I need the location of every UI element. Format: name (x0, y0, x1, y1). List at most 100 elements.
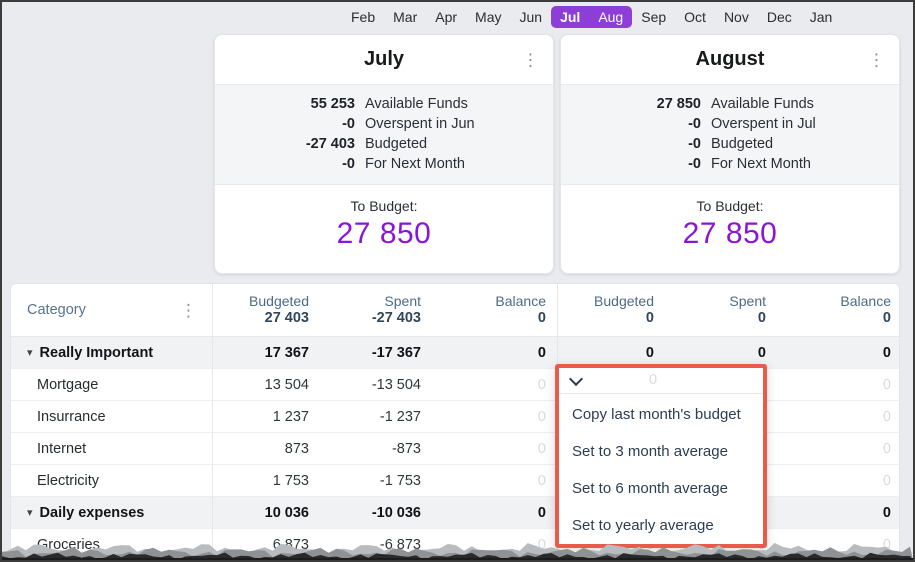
triangle-down-icon[interactable]: ▾ (27, 506, 33, 519)
balance-cell[interactable]: 0 (421, 345, 546, 361)
category-cell[interactable]: Groceries (11, 537, 209, 553)
month-tab-oct[interactable]: Oct (675, 6, 715, 28)
column-total: 0 (554, 310, 654, 327)
category-cell[interactable]: ▾ Daily expenses (11, 505, 209, 521)
column-total: 0 (421, 310, 546, 327)
spent-cell[interactable]: -13 504 (309, 377, 421, 393)
balance-cell[interactable]: 0 (766, 441, 891, 457)
summary-row: -0 For Next Month (561, 154, 899, 174)
card-summary-august: 27 850Available Funds-0Overspent in Jul-… (561, 85, 899, 185)
summary-row: 55 253Available Funds (215, 94, 553, 114)
category-cell[interactable]: Insurrance (11, 409, 209, 425)
column-header-spent[interactable]: Spent0 (654, 293, 766, 327)
triangle-down-icon[interactable]: ▾ (27, 346, 33, 359)
spent-cell[interactable]: -1 237 (309, 409, 421, 425)
balance-cell[interactable]: 0 (421, 505, 546, 521)
july-columns-header: Budgeted27 403Spent-27 403Balance0 (209, 293, 554, 327)
month-cells-jul: 17 367-17 3670 (209, 345, 554, 361)
month-tab-feb[interactable]: Feb (342, 6, 384, 28)
month-tab-jan[interactable]: Jan (801, 6, 842, 28)
summary-value: -0 (561, 134, 701, 154)
month-tab-sep[interactable]: Sep (632, 6, 675, 28)
budgeted-cell[interactable]: 10 036 (209, 505, 309, 521)
kebab-icon[interactable]: ⋮ (180, 302, 197, 319)
balance-cell[interactable]: 0 (766, 345, 891, 361)
spent-cell[interactable]: -17 367 (309, 345, 421, 361)
summary-row: -0Budgeted (561, 134, 899, 154)
budget-dropdown-highlight: 0 Copy last month's budgetSet to 3 month… (555, 364, 767, 548)
summary-label: Overspent in Jul (711, 114, 816, 134)
category-label: Electricity (37, 473, 99, 489)
trigger-cell-value: 0 (649, 372, 657, 388)
summary-label: Available Funds (711, 94, 814, 114)
balance-cell[interactable]: 0 (421, 473, 546, 489)
column-header-balance[interactable]: Balance0 (766, 293, 891, 327)
card-header: August ⋮ (561, 35, 899, 85)
balance-cell[interactable]: 0 (421, 409, 546, 425)
table-row[interactable]: ▾Really Important17 367-17 3670000 (11, 337, 899, 368)
summary-label: Available Funds (365, 94, 468, 114)
spent-cell[interactable]: -1 753 (309, 473, 421, 489)
column-header-spent[interactable]: Spent-27 403 (309, 293, 421, 327)
spent-cell[interactable]: 0 (654, 345, 766, 361)
budgeted-cell[interactable]: 1 753 (209, 473, 309, 489)
kebab-icon[interactable]: ⋮ (522, 51, 539, 68)
balance-cell[interactable]: 0 (766, 473, 891, 489)
dropdown-menu: Copy last month's budgetSet to 3 month a… (559, 394, 763, 544)
balance-cell[interactable]: 0 (766, 537, 891, 553)
summary-label: Budgeted (365, 134, 427, 154)
month-tab-aug[interactable]: Aug (589, 6, 632, 28)
category-label: Groceries (37, 537, 100, 553)
category-label: Mortgage (37, 377, 98, 393)
budget-app-window: FebMarAprMayJunJulAugSepOctNovDecJan Jul… (0, 0, 915, 562)
month-tab-apr[interactable]: Apr (426, 6, 466, 28)
balance-cell[interactable]: 0 (766, 505, 891, 521)
dropdown-item[interactable]: Copy last month's budget (559, 396, 763, 433)
column-total: 0 (654, 310, 766, 327)
summary-value: -0 (561, 154, 701, 174)
budgeted-cell[interactable]: 13 504 (209, 377, 309, 393)
month-tab-jul[interactable]: Jul (551, 6, 589, 28)
column-header-balance[interactable]: Balance0 (421, 293, 546, 327)
balance-cell[interactable]: 0 (421, 377, 546, 393)
spent-cell[interactable]: -6 873 (309, 537, 421, 553)
category-cell[interactable]: ▾Really Important (11, 345, 209, 361)
summary-value: -0 (561, 114, 701, 134)
balance-cell[interactable]: 0 (766, 409, 891, 425)
balance-cell[interactable]: 0 (421, 537, 546, 553)
chevron-down-icon[interactable] (569, 372, 583, 386)
dropdown-item[interactable]: Set to yearly average (559, 507, 763, 544)
budgeted-cell[interactable]: 873 (209, 441, 309, 457)
card-summary-july: 55 253Available Funds-0Overspent in Jun-… (215, 85, 553, 185)
month-cells-jul: 10 036-10 0360 (209, 505, 554, 521)
kebab-icon[interactable]: ⋮ (868, 51, 885, 68)
budgeted-cell[interactable]: 6 873 (209, 537, 309, 553)
category-cell[interactable]: Electricity (11, 473, 209, 489)
summary-label: For Next Month (711, 154, 811, 174)
month-cells-jul: 1 753-1 7530 (209, 473, 554, 489)
category-cell[interactable]: Mortgage (11, 377, 209, 393)
dropdown-item[interactable]: Set to 3 month average (559, 433, 763, 470)
month-tab-dec[interactable]: Dec (758, 6, 801, 28)
balance-cell[interactable]: 0 (766, 377, 891, 393)
category-label: Daily expenses (40, 505, 145, 521)
spent-cell[interactable]: -873 (309, 441, 421, 457)
dropdown-item[interactable]: Set to 6 month average (559, 470, 763, 507)
month-tab-nov[interactable]: Nov (715, 6, 758, 28)
month-tab-may[interactable]: May (466, 6, 510, 28)
budgeted-cell[interactable]: 0 (554, 345, 654, 361)
budgeted-cell[interactable]: 1 237 (209, 409, 309, 425)
spent-cell[interactable]: -10 036 (309, 505, 421, 521)
summary-row: -27 403Budgeted (215, 134, 553, 154)
month-cells-aug: 000 (554, 345, 899, 361)
budgeted-cell[interactable]: 17 367 (209, 345, 309, 361)
month-tab-jun[interactable]: Jun (511, 6, 552, 28)
category-cell[interactable]: Internet (11, 441, 209, 457)
balance-cell[interactable]: 0 (421, 441, 546, 457)
card-title-july: July (364, 48, 404, 71)
column-header-budgeted[interactable]: Budgeted27 403 (209, 293, 309, 327)
month-tab-mar[interactable]: Mar (384, 6, 426, 28)
column-header-budgeted[interactable]: Budgeted0 (554, 293, 654, 327)
dropdown-trigger[interactable]: 0 (559, 368, 763, 394)
category-header-label[interactable]: Category (27, 302, 86, 318)
